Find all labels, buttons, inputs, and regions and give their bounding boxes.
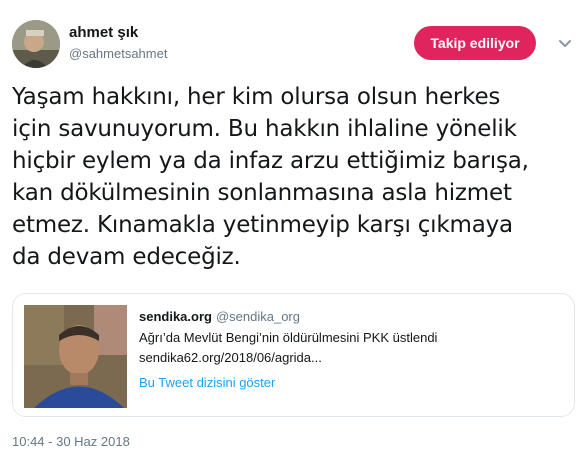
quoted-author-handle: @sendika_org [215,309,300,324]
tweet-text-line: etmez. Kınamakla yetinmeyip karşı çıkmay… [12,212,513,238]
tweet-text-line: kan dökülmesinin sonlanmasına asla hizme… [12,180,512,206]
tweet-text-line: da devam edeceğiz. [12,244,241,270]
tweet-text-line: hiçbir eylem ya da infaz arzu ettiğimiz … [12,148,529,174]
show-thread-link[interactable]: Bu Tweet dizisini göster [139,375,275,390]
quoted-tweet-image[interactable] [24,305,127,408]
tweet-text: Yaşam hakkını, her kim olursa olsun herk… [12,81,572,273]
quoted-author[interactable]: sendika.org @sendika_org [139,309,300,324]
author-avatar[interactable] [12,20,60,68]
author-handle[interactable]: @sahmetsahmet [69,46,167,61]
quoted-tweet-link[interactable]: sendika62.org/2018/06/agrida... [139,350,322,365]
chevron-down-icon[interactable] [556,34,574,52]
following-button[interactable]: Takip ediliyor [414,26,536,60]
tweet-text-line: için savunuyorum. Bu hakkın ihlaline yön… [12,116,517,142]
quoted-author-name: sendika.org [139,309,212,324]
tweet-text-line: Yaşam hakkını, her kim olursa olsun herk… [12,84,501,110]
quoted-tweet-text: Ağrı’da Mevlüt Bengi’nin öldürülmesini P… [139,330,438,345]
quoted-tweet-card[interactable]: sendika.org @sendika_org Ağrı’da Mevlüt B… [12,293,575,417]
author-name[interactable]: ahmet şık [69,24,138,41]
tweet-timestamp[interactable]: 10:44 - 30 Haz 2018 [12,434,130,449]
